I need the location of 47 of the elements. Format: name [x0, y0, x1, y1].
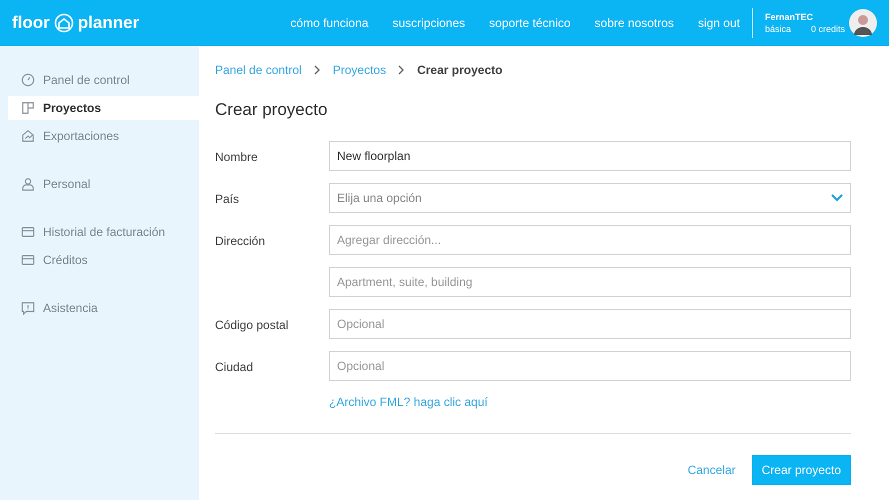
input-field[interactable]: New floorplan [329, 140, 851, 170]
chevron-icon [398, 65, 406, 75]
field-label: Dirección [215, 234, 266, 248]
nav-link[interactable]: sign out [698, 14, 740, 32]
gauge-icon [21, 73, 35, 87]
user-name: FernanTEC [764, 11, 814, 23]
field-label: País [215, 192, 240, 206]
card-icon [21, 253, 35, 267]
sidebar-item[interactable]: Proyectos [8, 96, 199, 120]
country-select[interactable]: Elija una opción [329, 182, 851, 212]
input-field[interactable]: Opcional [329, 350, 851, 380]
breadcrumb-link[interactable]: Panel de control [215, 61, 302, 79]
plan-label: básica [764, 23, 791, 35]
logo-house-icon [54, 13, 74, 33]
sidebar-item[interactable]: Personal [8, 172, 199, 196]
person-icon [21, 177, 35, 191]
page-title: Crear proyecto [215, 99, 328, 121]
sidebar-item[interactable]: Créditos [8, 248, 199, 272]
card-icon [21, 225, 35, 239]
alert-message-icon [21, 301, 35, 315]
nav-link[interactable]: soporte técnico [489, 14, 571, 32]
nav-link[interactable]: cómo funciona [290, 14, 368, 32]
credits-label: 0 credits [810, 23, 845, 35]
input-field[interactable]: Agregar dirección... [329, 224, 851, 254]
logo-text: planner [78, 12, 140, 34]
breadcrumb-link[interactable]: Crear proyecto [417, 61, 502, 79]
sidebar-item[interactable]: Exportaciones [8, 124, 199, 148]
nav-link[interactable]: sobre nosotros [594, 14, 674, 32]
chevron-icon [314, 65, 321, 75]
sidebar-item[interactable]: Historial de facturación [8, 220, 199, 244]
floorplan-icon [21, 101, 35, 115]
breadcrumb-link[interactable]: Proyectos [332, 61, 386, 79]
fml-link[interactable]: ¿Archivo FML? haga clic aquí [329, 392, 851, 410]
input-field[interactable]: Apartment, suite, building [329, 266, 851, 296]
cancel-button[interactable]: Cancelar [688, 460, 736, 478]
input-field[interactable]: Opcional [329, 308, 851, 338]
sidebar-item[interactable]: Panel de control [8, 68, 199, 92]
field-label: Código postal [215, 318, 288, 332]
chevron-down-icon [831, 194, 843, 202]
avatar-icon[interactable] [849, 9, 877, 37]
sidebar-item[interactable]: Asistencia [8, 296, 199, 320]
field-label: Ciudad [215, 360, 254, 374]
nav-link[interactable]: suscripciones [392, 14, 466, 32]
export-icon [21, 129, 35, 143]
create-project-button[interactable]: Crear proyecto [752, 454, 851, 484]
field-label: Nombre [215, 150, 258, 164]
logo-text: floor [12, 12, 50, 34]
